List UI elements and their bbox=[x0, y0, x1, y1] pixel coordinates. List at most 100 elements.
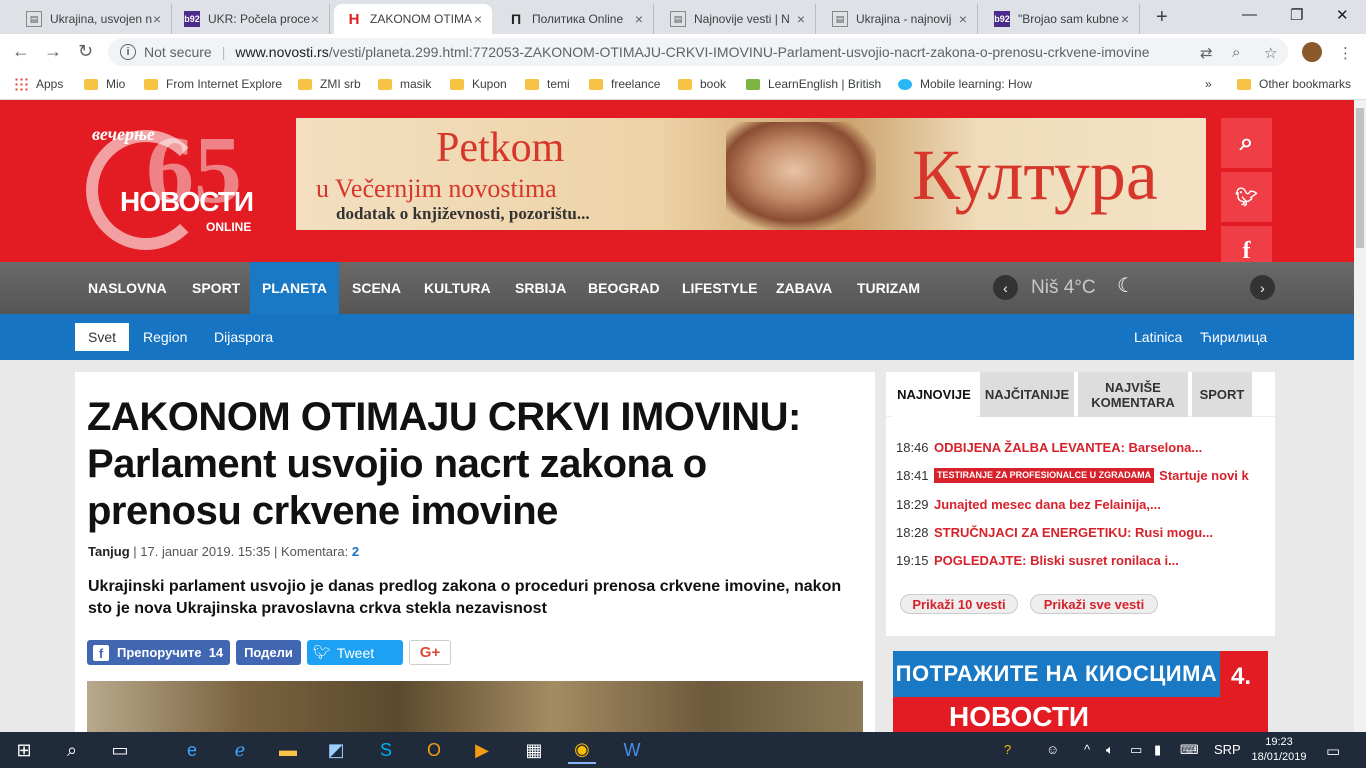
facebook-like-button[interactable]: f Препоручите 14 bbox=[87, 640, 230, 665]
tab-najnovije[interactable]: NAJNOVIJE bbox=[892, 372, 976, 417]
browser-tab-3-active[interactable]: H ZAKONOM OTIMA × bbox=[334, 4, 492, 34]
edge-icon[interactable]: e bbox=[178, 736, 206, 764]
volume-icon[interactable]: 🔈︎ bbox=[1106, 742, 1114, 758]
new-tab-button[interactable]: + bbox=[1156, 6, 1168, 29]
news-title[interactable]: ODBIJENA ŽALBA LEVANTEA: Barselona... bbox=[934, 440, 1202, 455]
bookmark-other[interactable]: Other bookmarks bbox=[1237, 77, 1351, 91]
network-icon[interactable]: ▭ bbox=[1130, 742, 1142, 758]
news-title[interactable]: Startuje novi k bbox=[1159, 468, 1249, 483]
weather-prev-button[interactable]: ‹ bbox=[993, 275, 1018, 300]
bookmark-kupon[interactable]: Kupon bbox=[450, 77, 507, 91]
scrollbar-thumb[interactable] bbox=[1356, 108, 1364, 248]
browser-tab-2[interactable]: b92 UKR: Počela proce × bbox=[172, 4, 330, 34]
outlook-icon[interactable]: O bbox=[420, 736, 448, 764]
subnav-region[interactable]: Region bbox=[130, 323, 200, 351]
forward-arrow-icon[interactable]: → bbox=[44, 41, 62, 62]
browser-tab-5[interactable]: ▤ Najnovije vesti | N × bbox=[658, 4, 816, 34]
notes-icon[interactable]: ◩ bbox=[322, 736, 350, 764]
bookmark-zmi[interactable]: ZMI srb bbox=[298, 77, 361, 91]
news-item[interactable]: 19:15 POGLEDAJTE: Bliski susret ronilaca… bbox=[896, 553, 1266, 568]
close-icon[interactable]: × bbox=[474, 11, 482, 27]
tab-najvise-komentara[interactable]: NAJVIŠE KOMENTARA bbox=[1078, 372, 1188, 417]
bookmark-mobile-learning[interactable]: Mobile learning: How bbox=[898, 77, 1032, 91]
bookmarks-overflow[interactable]: » bbox=[1205, 77, 1212, 91]
nav-kultura[interactable]: KULTURA bbox=[411, 262, 504, 314]
close-icon[interactable]: × bbox=[959, 11, 967, 27]
script-cirilica[interactable]: Ћирилица bbox=[1187, 323, 1280, 351]
calculator-icon[interactable]: ▦ bbox=[520, 736, 548, 764]
zoom-icon[interactable]: ⌕ bbox=[1232, 44, 1240, 61]
show-10-news-button[interactable]: Prikaži 10 vesti bbox=[900, 594, 1018, 614]
tab-sport[interactable]: SPORT bbox=[1192, 372, 1252, 417]
close-icon[interactable]: × bbox=[797, 11, 805, 27]
reload-icon[interactable]: ↻ bbox=[78, 41, 93, 62]
task-view-icon[interactable]: ▭ bbox=[106, 736, 134, 764]
bookmark-ie[interactable]: From Internet Explore bbox=[144, 77, 282, 91]
news-item[interactable]: 18:41 TESTIRANJE ZA PROFESIONALCE U ZGRA… bbox=[896, 468, 1266, 483]
news-item[interactable]: 18:28 STRUČNJACI ZA ENERGETIKU: Rusi mog… bbox=[896, 525, 1266, 540]
nav-naslovna[interactable]: NASLOVNA bbox=[75, 262, 180, 314]
input-language[interactable]: SRP bbox=[1214, 742, 1241, 757]
nav-srbija[interactable]: SRBIJA bbox=[502, 262, 579, 314]
windows-start-icon[interactable]: ⊞ bbox=[10, 736, 38, 764]
news-item[interactable]: 18:29 Junajted mesec dana bez Felainija,… bbox=[896, 497, 1266, 512]
nav-sport[interactable]: SPORT bbox=[179, 262, 253, 314]
twitter-button[interactable]: 🐦︎ bbox=[1221, 172, 1272, 222]
notifications-icon[interactable]: ▭ bbox=[1326, 742, 1340, 760]
browser-tab-4[interactable]: Π Политика Online × bbox=[496, 4, 654, 34]
novosti-logo[interactable]: 65 вечерње НОВОСТИ ONLINE bbox=[86, 116, 261, 255]
bookmark-apps[interactable]: Apps bbox=[14, 77, 63, 91]
subnav-dijaspora[interactable]: Dijaspora bbox=[201, 323, 286, 351]
bookmark-learnenglish[interactable]: LearnEnglish | British bbox=[746, 77, 881, 91]
word-icon[interactable]: W bbox=[618, 736, 646, 764]
internet-explorer-icon[interactable]: ℯ bbox=[226, 736, 254, 764]
nav-planeta[interactable]: PLANETA bbox=[250, 262, 339, 314]
weather-next-button[interactable]: › bbox=[1250, 275, 1275, 300]
news-title[interactable]: STRUČNJACI ZA ENERGETIKU: Rusi mogu... bbox=[934, 525, 1213, 540]
people-icon[interactable]: ☺ bbox=[1046, 742, 1059, 757]
translate-icon[interactable]: ⇄ bbox=[1200, 44, 1213, 62]
kultura-banner-ad[interactable]: Petkom u Večernjim novostima dodatak o k… bbox=[296, 118, 1206, 230]
system-clock[interactable]: 19:23 18/01/2019 bbox=[1248, 735, 1310, 765]
script-latinica[interactable]: Latinica bbox=[1121, 323, 1195, 351]
article-photo[interactable] bbox=[87, 681, 863, 732]
window-close-icon[interactable]: ✕ bbox=[1336, 6, 1349, 24]
battery-icon[interactable]: ▮ bbox=[1154, 742, 1161, 758]
media-player-icon[interactable]: ▶ bbox=[468, 736, 496, 764]
info-icon[interactable]: i bbox=[120, 44, 136, 60]
news-item[interactable]: 18:46 ODBIJENA ŽALBA LEVANTEA: Barselona… bbox=[896, 440, 1266, 455]
close-icon[interactable]: × bbox=[1121, 11, 1129, 27]
bookmark-masik[interactable]: masik bbox=[378, 77, 431, 91]
bookmark-freelance[interactable]: freelance bbox=[589, 77, 660, 91]
url-field[interactable]: i Not secure | www.novosti.rs /vesti/pla… bbox=[108, 38, 1288, 66]
bookmark-book[interactable]: book bbox=[678, 77, 726, 91]
nav-lifestyle[interactable]: LIFESTYLE bbox=[669, 262, 770, 314]
bookmark-mio[interactable]: Mio bbox=[84, 77, 125, 91]
maximize-icon[interactable]: ❐ bbox=[1290, 6, 1303, 24]
search-icon[interactable]: ⌕ bbox=[58, 736, 86, 764]
novosti-kiosk-ad[interactable]: ПОТРАЖИТЕ НА КИОСЦИМА 4. НОВОСТИ bbox=[893, 651, 1268, 732]
back-arrow-icon[interactable]: ← bbox=[12, 41, 30, 62]
keyboard-icon[interactable]: ⌨ bbox=[1180, 742, 1199, 758]
bookmark-star-icon[interactable]: ☆ bbox=[1264, 44, 1277, 62]
nav-turizam[interactable]: TURIZAM bbox=[844, 262, 933, 314]
nav-beograd[interactable]: BEOGRAD bbox=[575, 262, 673, 314]
skype-icon[interactable]: S bbox=[372, 736, 400, 764]
article-author[interactable]: Tanjug bbox=[88, 544, 130, 559]
close-icon[interactable]: × bbox=[635, 11, 643, 27]
chrome-icon[interactable]: ◉ bbox=[568, 736, 596, 764]
close-icon[interactable]: × bbox=[311, 11, 319, 27]
browser-tab-7[interactable]: b92 "Brojao sam kubne × bbox=[982, 4, 1140, 34]
nav-scena[interactable]: SCENA bbox=[339, 262, 414, 314]
subnav-svet[interactable]: Svet bbox=[75, 323, 130, 351]
close-icon[interactable]: × bbox=[153, 11, 161, 27]
news-title[interactable]: Junajted mesec dana bez Felainija,... bbox=[934, 497, 1161, 512]
page-scrollbar[interactable] bbox=[1354, 100, 1366, 732]
search-button[interactable]: ⌕ bbox=[1221, 118, 1272, 168]
google-plus-button[interactable]: G+ bbox=[409, 640, 451, 665]
nav-zabava[interactable]: ZABAVA bbox=[763, 262, 845, 314]
menu-dots-icon[interactable]: ⋮ bbox=[1338, 44, 1353, 62]
comments-count[interactable]: 2 bbox=[352, 544, 359, 559]
minimize-icon[interactable]: — bbox=[1242, 6, 1257, 23]
news-title[interactable]: POGLEDAJTE: Bliski susret ronilaca i... bbox=[934, 553, 1179, 568]
